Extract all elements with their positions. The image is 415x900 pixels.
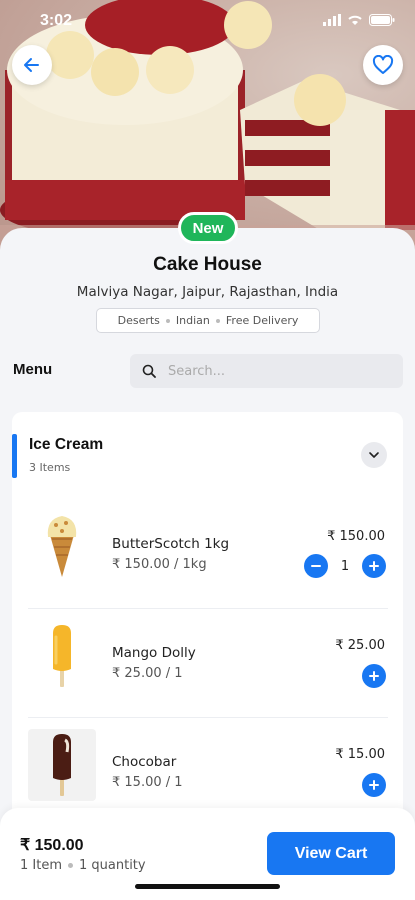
increase-quantity-button[interactable] xyxy=(362,554,386,578)
new-badge: New xyxy=(178,212,238,244)
item-unit-price: ₹ 15.00 / 1 xyxy=(112,775,183,790)
add-item-button[interactable] xyxy=(362,773,386,797)
item-name: ButterScotch 1kg xyxy=(112,536,230,552)
item-image-mango-dolly xyxy=(28,620,96,692)
category-count: 3 Items xyxy=(29,461,71,474)
category-accent-bar xyxy=(12,434,17,478)
cart-quantity: 1 quantity xyxy=(79,858,146,873)
chevron-down-icon xyxy=(369,452,379,458)
add-item-button[interactable] xyxy=(362,664,386,688)
item-name: Mango Dolly xyxy=(112,645,196,661)
signal-icon xyxy=(323,14,341,26)
menu-item[interactable]: Mango Dolly ₹ 25.00 / 1 ₹ 25.00 xyxy=(28,610,388,710)
tag-separator xyxy=(165,318,170,323)
status-icons xyxy=(323,14,395,26)
cart-summary: 1 Item 1 quantity xyxy=(20,858,146,873)
category-title: Ice Cream xyxy=(29,436,104,453)
arrow-left-icon xyxy=(24,58,39,72)
status-time: 3:02 xyxy=(40,12,73,29)
summary-separator xyxy=(68,863,73,868)
menu-label: Menu xyxy=(13,361,53,378)
item-price: ₹ 15.00 xyxy=(335,747,385,762)
quantity-stepper: 1 xyxy=(304,554,386,578)
plus-icon xyxy=(369,561,379,571)
item-image-butterscotch xyxy=(28,510,96,582)
item-unit-price: ₹ 25.00 / 1 xyxy=(112,666,183,681)
decrease-quantity-button[interactable] xyxy=(304,554,328,578)
shop-name: Cake House xyxy=(153,254,262,275)
item-price: ₹ 150.00 xyxy=(327,529,385,544)
back-button[interactable] xyxy=(12,45,52,85)
minus-icon xyxy=(311,565,321,567)
menu-item[interactable]: Chocobar ₹ 15.00 / 1 ₹ 15.00 xyxy=(28,719,388,819)
item-image-chocobar xyxy=(28,729,96,801)
quantity-value: 1 xyxy=(340,558,350,574)
shop-tags: Deserts Indian Free Delivery xyxy=(96,308,320,333)
search-bar[interactable] xyxy=(130,354,403,388)
wifi-icon xyxy=(348,15,362,25)
item-name: Chocobar xyxy=(112,754,177,770)
battery-icon xyxy=(369,14,395,26)
menu-item[interactable]: ButterScotch 1kg ₹ 150.00 / 1kg ₹ 150.00… xyxy=(28,500,388,600)
item-price: ₹ 25.00 xyxy=(335,638,385,653)
category-card: Ice Cream 3 Items ButterScotch 1kg ₹ 150… xyxy=(12,412,403,832)
add-item-controls xyxy=(362,773,386,797)
search-input[interactable] xyxy=(168,363,388,379)
tag-deserts: Deserts xyxy=(117,314,160,327)
cart-total: ₹ 150.00 xyxy=(20,837,84,854)
item-divider xyxy=(28,608,388,609)
heart-icon xyxy=(372,55,394,74)
shop-address: Malviya Nagar, Jaipur, Rajasthan, India xyxy=(76,284,339,300)
plus-icon xyxy=(369,780,379,790)
item-unit-price: ₹ 150.00 / 1kg xyxy=(112,557,207,572)
status-bar: 3:02 xyxy=(0,0,415,44)
view-cart-button[interactable]: View Cart xyxy=(267,832,395,875)
favorite-button[interactable] xyxy=(363,45,403,85)
tag-separator xyxy=(215,318,220,323)
home-indicator xyxy=(135,884,280,889)
search-icon xyxy=(142,364,156,378)
tag-indian: Indian xyxy=(175,314,210,327)
tag-free-delivery: Free Delivery xyxy=(225,314,299,327)
category-collapse-button[interactable] xyxy=(361,442,387,468)
plus-icon xyxy=(369,671,379,681)
cart-item-count: 1 Item xyxy=(20,858,62,873)
item-divider xyxy=(28,717,388,718)
add-item-controls xyxy=(362,664,386,688)
